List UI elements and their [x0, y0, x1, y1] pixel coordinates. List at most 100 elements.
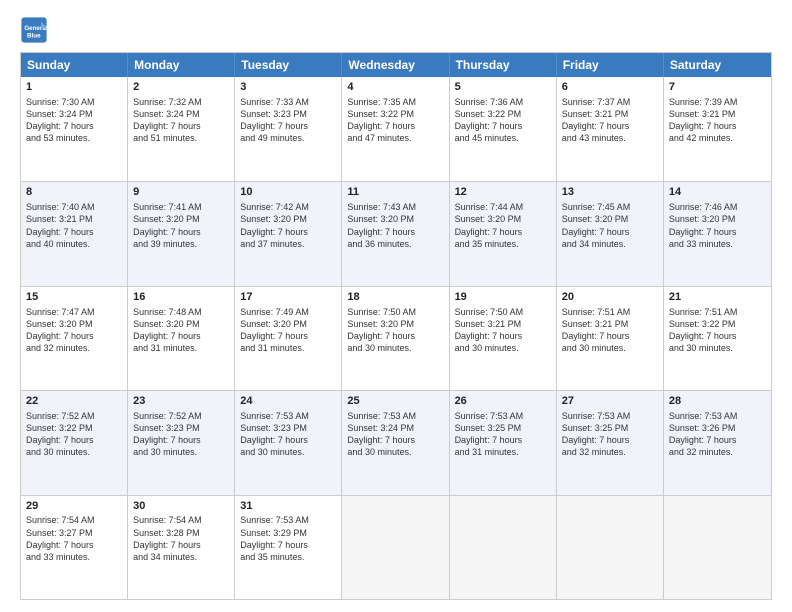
day-details: Sunrise: 7:40 AMSunset: 3:21 PMDaylight:… [26, 201, 122, 250]
day-details: Sunrise: 7:54 AMSunset: 3:28 PMDaylight:… [133, 514, 229, 563]
calendar-cell: 27Sunrise: 7:53 AMSunset: 3:25 PMDayligh… [557, 391, 664, 494]
day-number: 6 [562, 80, 658, 95]
cal-header-day: Saturday [664, 53, 771, 77]
svg-text:Blue: Blue [27, 33, 41, 40]
day-details: Sunrise: 7:53 AMSunset: 3:25 PMDaylight:… [455, 410, 551, 459]
calendar-cell: 11Sunrise: 7:43 AMSunset: 3:20 PMDayligh… [342, 182, 449, 285]
day-details: Sunrise: 7:47 AMSunset: 3:20 PMDaylight:… [26, 306, 122, 355]
calendar-cell: 2Sunrise: 7:32 AMSunset: 3:24 PMDaylight… [128, 77, 235, 181]
day-number: 9 [133, 185, 229, 200]
day-details: Sunrise: 7:53 AMSunset: 3:26 PMDaylight:… [669, 410, 766, 459]
day-number: 25 [347, 394, 443, 409]
calendar-cell: 25Sunrise: 7:53 AMSunset: 3:24 PMDayligh… [342, 391, 449, 494]
day-number: 3 [240, 80, 336, 95]
day-number: 22 [26, 394, 122, 409]
day-number: 17 [240, 290, 336, 305]
day-details: Sunrise: 7:50 AMSunset: 3:21 PMDaylight:… [455, 306, 551, 355]
day-number: 23 [133, 394, 229, 409]
day-details: Sunrise: 7:39 AMSunset: 3:21 PMDaylight:… [669, 96, 766, 145]
day-details: Sunrise: 7:45 AMSunset: 3:20 PMDaylight:… [562, 201, 658, 250]
cal-header-day: Tuesday [235, 53, 342, 77]
cal-header-day: Thursday [450, 53, 557, 77]
calendar: SundayMondayTuesdayWednesdayThursdayFrid… [20, 52, 772, 600]
logo-icon: General Blue [20, 16, 48, 44]
day-number: 1 [26, 80, 122, 95]
page: General Blue SundayMondayTuesdayWednesda… [0, 0, 792, 612]
day-details: Sunrise: 7:52 AMSunset: 3:23 PMDaylight:… [133, 410, 229, 459]
calendar-cell: 10Sunrise: 7:42 AMSunset: 3:20 PMDayligh… [235, 182, 342, 285]
day-number: 14 [669, 185, 766, 200]
day-details: Sunrise: 7:33 AMSunset: 3:23 PMDaylight:… [240, 96, 336, 145]
day-details: Sunrise: 7:46 AMSunset: 3:20 PMDaylight:… [669, 201, 766, 250]
calendar-cell: 1Sunrise: 7:30 AMSunset: 3:24 PMDaylight… [21, 77, 128, 181]
day-number: 16 [133, 290, 229, 305]
day-number: 8 [26, 185, 122, 200]
day-number: 15 [26, 290, 122, 305]
day-number: 30 [133, 499, 229, 514]
cal-header-day: Monday [128, 53, 235, 77]
day-details: Sunrise: 7:41 AMSunset: 3:20 PMDaylight:… [133, 201, 229, 250]
calendar-row: 8Sunrise: 7:40 AMSunset: 3:21 PMDaylight… [21, 181, 771, 285]
cal-header-day: Friday [557, 53, 664, 77]
calendar-cell: 15Sunrise: 7:47 AMSunset: 3:20 PMDayligh… [21, 287, 128, 390]
calendar-header: SundayMondayTuesdayWednesdayThursdayFrid… [21, 53, 771, 77]
day-number: 10 [240, 185, 336, 200]
calendar-cell: 31Sunrise: 7:53 AMSunset: 3:29 PMDayligh… [235, 496, 342, 599]
calendar-row: 22Sunrise: 7:52 AMSunset: 3:22 PMDayligh… [21, 390, 771, 494]
day-details: Sunrise: 7:52 AMSunset: 3:22 PMDaylight:… [26, 410, 122, 459]
day-details: Sunrise: 7:44 AMSunset: 3:20 PMDaylight:… [455, 201, 551, 250]
calendar-cell: 24Sunrise: 7:53 AMSunset: 3:23 PMDayligh… [235, 391, 342, 494]
day-number: 7 [669, 80, 766, 95]
calendar-cell: 4Sunrise: 7:35 AMSunset: 3:22 PMDaylight… [342, 77, 449, 181]
day-details: Sunrise: 7:53 AMSunset: 3:25 PMDaylight:… [562, 410, 658, 459]
day-number: 27 [562, 394, 658, 409]
day-number: 20 [562, 290, 658, 305]
calendar-cell: 21Sunrise: 7:51 AMSunset: 3:22 PMDayligh… [664, 287, 771, 390]
day-number: 19 [455, 290, 551, 305]
day-details: Sunrise: 7:53 AMSunset: 3:24 PMDaylight:… [347, 410, 443, 459]
day-details: Sunrise: 7:48 AMSunset: 3:20 PMDaylight:… [133, 306, 229, 355]
day-number: 28 [669, 394, 766, 409]
day-number: 13 [562, 185, 658, 200]
calendar-cell: 29Sunrise: 7:54 AMSunset: 3:27 PMDayligh… [21, 496, 128, 599]
day-number: 31 [240, 499, 336, 514]
calendar-row: 1Sunrise: 7:30 AMSunset: 3:24 PMDaylight… [21, 77, 771, 181]
day-details: Sunrise: 7:42 AMSunset: 3:20 PMDaylight:… [240, 201, 336, 250]
day-number: 21 [669, 290, 766, 305]
calendar-cell: 17Sunrise: 7:49 AMSunset: 3:20 PMDayligh… [235, 287, 342, 390]
day-details: Sunrise: 7:51 AMSunset: 3:21 PMDaylight:… [562, 306, 658, 355]
calendar-cell: 12Sunrise: 7:44 AMSunset: 3:20 PMDayligh… [450, 182, 557, 285]
day-number: 4 [347, 80, 443, 95]
day-number: 11 [347, 185, 443, 200]
calendar-row: 15Sunrise: 7:47 AMSunset: 3:20 PMDayligh… [21, 286, 771, 390]
calendar-cell: 9Sunrise: 7:41 AMSunset: 3:20 PMDaylight… [128, 182, 235, 285]
calendar-cell: 5Sunrise: 7:36 AMSunset: 3:22 PMDaylight… [450, 77, 557, 181]
day-details: Sunrise: 7:35 AMSunset: 3:22 PMDaylight:… [347, 96, 443, 145]
calendar-cell: 30Sunrise: 7:54 AMSunset: 3:28 PMDayligh… [128, 496, 235, 599]
day-details: Sunrise: 7:53 AMSunset: 3:29 PMDaylight:… [240, 514, 336, 563]
day-details: Sunrise: 7:30 AMSunset: 3:24 PMDaylight:… [26, 96, 122, 145]
calendar-cell: 26Sunrise: 7:53 AMSunset: 3:25 PMDayligh… [450, 391, 557, 494]
calendar-cell: 20Sunrise: 7:51 AMSunset: 3:21 PMDayligh… [557, 287, 664, 390]
cal-header-day: Wednesday [342, 53, 449, 77]
calendar-cell: 19Sunrise: 7:50 AMSunset: 3:21 PMDayligh… [450, 287, 557, 390]
header: General Blue [20, 16, 772, 44]
day-number: 18 [347, 290, 443, 305]
day-details: Sunrise: 7:36 AMSunset: 3:22 PMDaylight:… [455, 96, 551, 145]
calendar-cell: 7Sunrise: 7:39 AMSunset: 3:21 PMDaylight… [664, 77, 771, 181]
day-details: Sunrise: 7:32 AMSunset: 3:24 PMDaylight:… [133, 96, 229, 145]
day-details: Sunrise: 7:37 AMSunset: 3:21 PMDaylight:… [562, 96, 658, 145]
calendar-cell: 22Sunrise: 7:52 AMSunset: 3:22 PMDayligh… [21, 391, 128, 494]
day-details: Sunrise: 7:54 AMSunset: 3:27 PMDaylight:… [26, 514, 122, 563]
calendar-cell-empty [664, 496, 771, 599]
calendar-cell-empty [342, 496, 449, 599]
calendar-cell: 14Sunrise: 7:46 AMSunset: 3:20 PMDayligh… [664, 182, 771, 285]
day-details: Sunrise: 7:50 AMSunset: 3:20 PMDaylight:… [347, 306, 443, 355]
calendar-cell: 28Sunrise: 7:53 AMSunset: 3:26 PMDayligh… [664, 391, 771, 494]
calendar-cell: 6Sunrise: 7:37 AMSunset: 3:21 PMDaylight… [557, 77, 664, 181]
calendar-cell: 18Sunrise: 7:50 AMSunset: 3:20 PMDayligh… [342, 287, 449, 390]
calendar-cell: 13Sunrise: 7:45 AMSunset: 3:20 PMDayligh… [557, 182, 664, 285]
calendar-body: 1Sunrise: 7:30 AMSunset: 3:24 PMDaylight… [21, 77, 771, 599]
calendar-cell-empty [557, 496, 664, 599]
calendar-cell: 16Sunrise: 7:48 AMSunset: 3:20 PMDayligh… [128, 287, 235, 390]
